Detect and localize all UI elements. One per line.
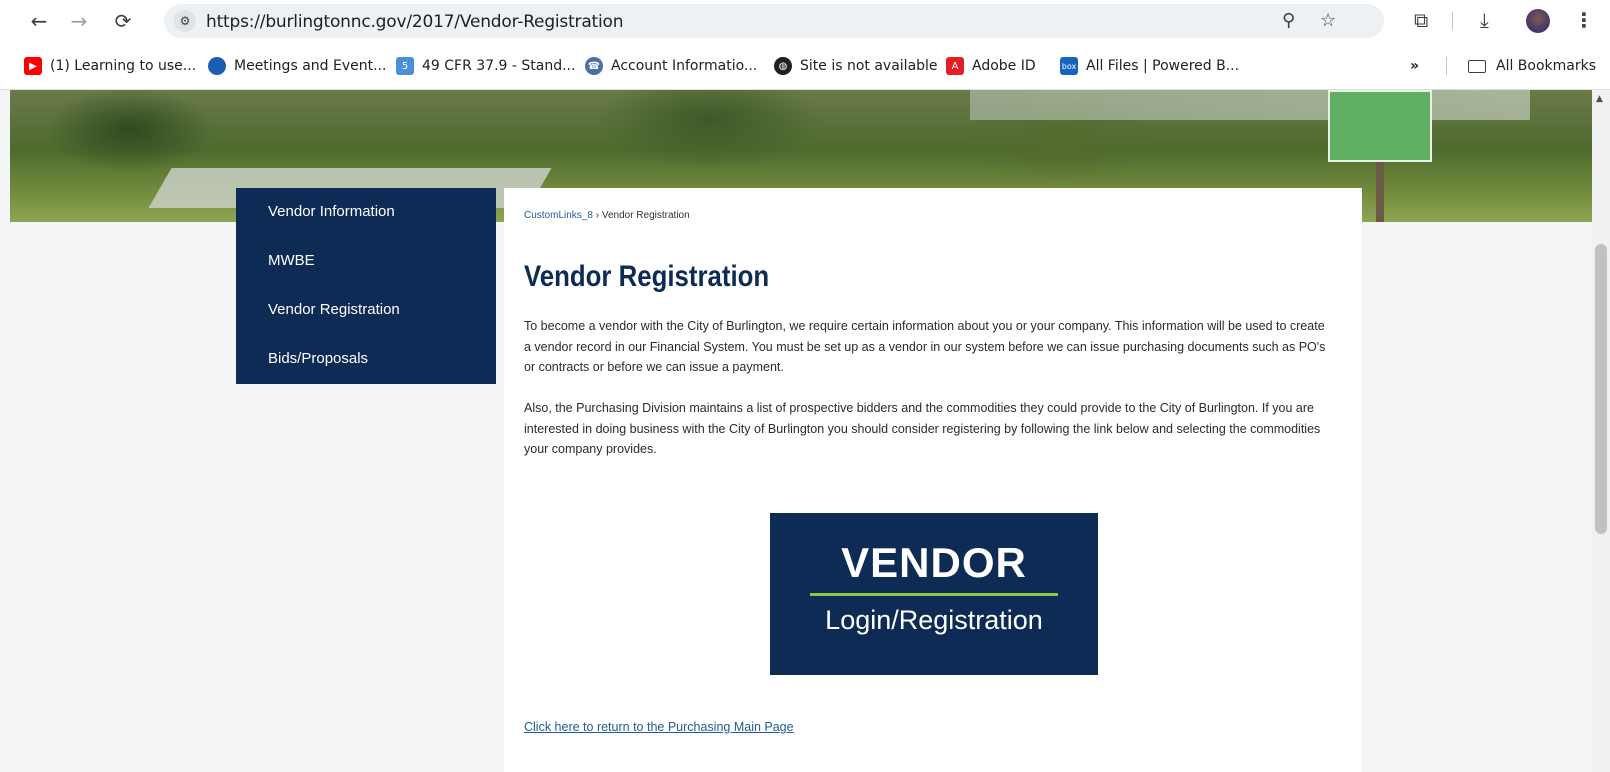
sidebar-item-bids-proposals[interactable]: Bids/Proposals — [236, 339, 496, 388]
url-text[interactable]: https://burlingtonnc.gov/2017/Vendor-Reg… — [206, 12, 624, 32]
all-bookmarks-label: All Bookmarks — [1496, 58, 1597, 74]
scroll-up-arrow-icon[interactable]: ▲ — [1596, 94, 1603, 104]
bookmark-label: Site is not available — [800, 58, 938, 74]
bookmarks-bar: ▶ (1) Learning to use... Meetings and Ev… — [0, 42, 1610, 90]
toolbar-divider — [1452, 12, 1453, 30]
sidebar-item-mwbe[interactable]: MWBE — [236, 241, 496, 290]
star-icon[interactable]: ☆ — [1320, 10, 1336, 31]
bookmark-item[interactable]: box All Files | Powered B... — [1060, 56, 1239, 76]
return-to-purchasing-link[interactable]: Click here to return to the Purchasing M… — [524, 720, 794, 734]
bidders-paragraph: Also, the Purchasing Division maintains … — [524, 401, 1321, 456]
browser-toolbar: ← → ⟳ ⚙ https://burlingtonnc.gov/2017/Ve… — [0, 0, 1610, 42]
document-icon: 5 — [396, 57, 414, 75]
vendor-banner-rule — [810, 593, 1058, 596]
site-info-icon[interactable]: ⚙ — [174, 10, 196, 32]
hero-sky — [970, 90, 1530, 120]
vendor-banner-title: VENDOR — [841, 539, 1027, 586]
bookmark-item[interactable]: ◍ Site is not available — [774, 56, 938, 76]
bookmark-label: Account Informatio... — [611, 58, 758, 74]
zoom-icon[interactable]: ⚲ — [1282, 10, 1295, 31]
bookmark-label: 49 CFR 37.9 - Stand... — [422, 58, 576, 74]
sidebar-item-vendor-registration[interactable]: Vendor Registration — [236, 290, 496, 339]
folder-icon — [1468, 59, 1486, 73]
page-title: Vendor Registration — [524, 260, 770, 293]
bookmarks-overflow-button[interactable]: » — [1410, 56, 1419, 76]
all-bookmarks-button[interactable]: All Bookmarks — [1468, 56, 1596, 76]
phone-icon: ☎ — [585, 57, 603, 75]
kebab-menu-icon[interactable]: ⋮ — [1574, 8, 1594, 32]
bookmark-label: Adobe ID — [972, 58, 1036, 74]
address-bar[interactable]: ⚙ https://burlingtonnc.gov/2017/Vendor-R… — [164, 4, 1384, 38]
hero-sign-post — [1376, 162, 1384, 222]
vendor-banner-subtitle: Login/Registration — [825, 605, 1043, 635]
forward-arrow-icon[interactable]: → — [66, 8, 92, 34]
main-content: CustomLinks_8 › Vendor Registration Vend… — [504, 188, 1362, 772]
box-icon: box — [1060, 57, 1078, 75]
download-icon[interactable]: ⤓ — [1480, 8, 1489, 32]
bookmark-label: (1) Learning to use... — [50, 58, 197, 74]
avatar[interactable] — [1526, 9, 1550, 33]
youtube-icon: ▶ — [24, 57, 42, 75]
side-navigation: Vendor Information MWBE Vendor Registrat… — [236, 188, 496, 384]
breadcrumb: CustomLinks_8 › Vendor Registration — [524, 210, 690, 221]
breadcrumb-separator: › — [595, 210, 600, 221]
adobe-icon: A — [946, 57, 964, 75]
bookmark-item[interactable]: Meetings and Event... — [208, 56, 386, 76]
hero-park-sign — [1328, 90, 1432, 162]
reload-icon[interactable]: ⟳ — [110, 8, 136, 34]
bookmark-label: Meetings and Event... — [234, 58, 387, 74]
breadcrumb-current: Vendor Registration — [601, 210, 690, 221]
bookmark-item[interactable]: A Adobe ID — [946, 56, 1036, 76]
sidebar-item-vendor-information[interactable]: Vendor Information — [236, 192, 496, 241]
scrollbar-thumb[interactable] — [1595, 244, 1607, 534]
vendor-login-registration-button[interactable]: VENDOR Login/Registration — [770, 513, 1098, 675]
back-arrow-icon[interactable]: ← — [26, 8, 52, 34]
bookmark-label: All Files | Powered B... — [1086, 58, 1240, 74]
globe-seal-icon — [208, 57, 226, 75]
intro-paragraph: To become a vendor with the City of Burl… — [524, 319, 1326, 374]
page-scrollbar[interactable]: ▲ — [1592, 90, 1610, 772]
bookmarks-divider — [1446, 57, 1447, 75]
bookmark-item[interactable]: 5 49 CFR 37.9 - Stand... — [396, 56, 575, 76]
bookmark-item[interactable]: ▶ (1) Learning to use... — [24, 56, 196, 76]
breadcrumb-parent-link[interactable]: CustomLinks_8 — [524, 210, 593, 221]
extensions-puzzle-icon[interactable]: ⧉ — [1414, 8, 1428, 32]
bookmark-item[interactable]: ☎ Account Informatio... — [585, 56, 757, 76]
globe-icon: ◍ — [774, 57, 792, 75]
page-viewport: Vendor Information MWBE Vendor Registrat… — [0, 90, 1592, 772]
